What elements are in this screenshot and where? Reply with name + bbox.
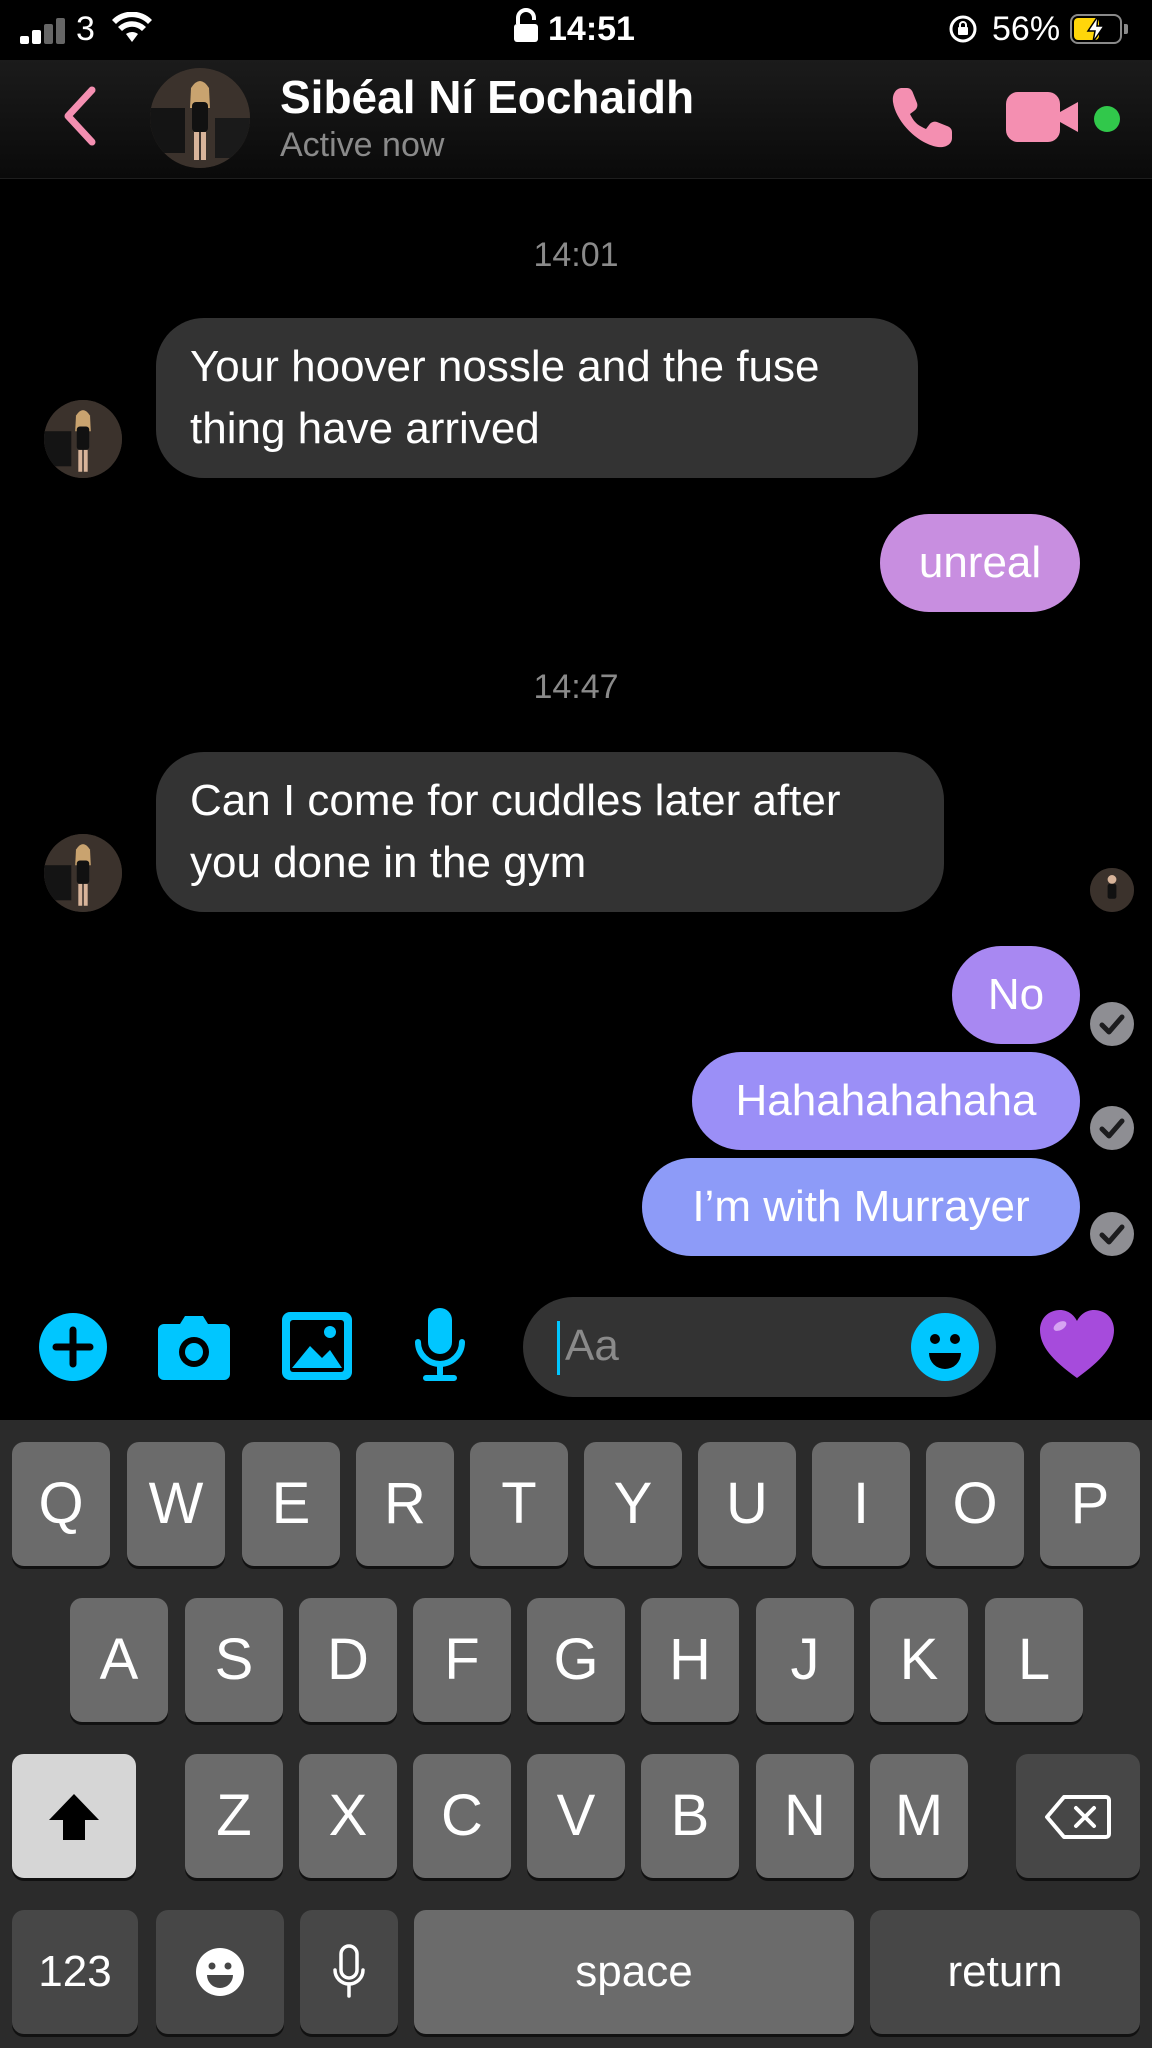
delivered-check-icon [1090,1212,1134,1256]
battery-icon [1070,14,1128,44]
key-h[interactable]: H [641,1598,739,1722]
key-w[interactable]: W [127,1442,225,1566]
signal-icon [20,16,68,44]
key-s[interactable]: S [185,1598,283,1722]
key-d[interactable]: D [299,1598,397,1722]
key-z[interactable]: Z [185,1754,283,1878]
outgoing-message[interactable]: unreal [880,514,1080,612]
emoji-key[interactable] [156,1910,284,2034]
outgoing-message[interactable]: I’m with Murrayer [642,1158,1080,1256]
video-call-icon[interactable] [1006,92,1086,142]
image-icon[interactable] [282,1312,352,1380]
presence-status: Active now [280,126,445,164]
timestamp: 14:01 [533,236,619,274]
sender-avatar[interactable] [44,834,122,912]
seen-avatar [1090,868,1134,912]
delivered-check-icon [1090,1002,1134,1046]
purple-heart-icon[interactable] [1040,1310,1114,1380]
clock: 14:51 [548,10,635,48]
text-cursor [557,1321,560,1375]
key-e[interactable]: E [242,1442,340,1566]
outgoing-message[interactable]: No [952,946,1080,1044]
key-t[interactable]: T [470,1442,568,1566]
key-y[interactable]: Y [584,1442,682,1566]
outgoing-message[interactable]: Hahahahahaha [692,1052,1080,1150]
key-a[interactable]: A [70,1598,168,1722]
space-key[interactable]: space [414,1910,854,2034]
key-c[interactable]: C [413,1754,511,1878]
dictation-key[interactable] [300,1910,398,2034]
key-i[interactable]: I [812,1442,910,1566]
wifi-icon [112,12,152,42]
key-f[interactable]: F [413,1598,511,1722]
key-r[interactable]: R [356,1442,454,1566]
timestamp: 14:47 [533,668,619,706]
key-b[interactable]: B [641,1754,739,1878]
online-indicator [1094,106,1120,132]
lock-icon [514,8,538,42]
key-k[interactable]: K [870,1598,968,1722]
key-q[interactable]: Q [12,1442,110,1566]
shift-arrow-icon [49,1794,99,1840]
contact-avatar[interactable] [150,68,250,168]
key-m[interactable]: M [870,1754,968,1878]
key-v[interactable]: V [527,1754,625,1878]
key-g[interactable]: G [527,1598,625,1722]
back-chevron-icon[interactable] [60,86,100,146]
return-key[interactable]: return [870,1910,1140,2034]
key-o[interactable]: O [926,1442,1024,1566]
contact-name[interactable]: Sibéal Ní Eochaidh [280,70,694,124]
carrier-label: 3 [76,10,95,48]
key-j[interactable]: J [756,1598,854,1722]
rotation-lock-icon [949,15,977,43]
message-input-placeholder: Aa [565,1321,619,1370]
key-l[interactable]: L [985,1598,1083,1722]
key-x[interactable]: X [299,1754,397,1878]
shift-key[interactable] [12,1754,136,1878]
backspace-key[interactable] [1016,1754,1140,1878]
plus-icon[interactable] [38,1312,108,1382]
key-p[interactable]: P [1040,1442,1140,1566]
key-n[interactable]: N [756,1754,854,1878]
camera-icon[interactable] [158,1314,230,1380]
sender-avatar[interactable] [44,400,122,478]
status-bar: 3 14:51 56% [0,0,1152,60]
keyboard: Q W E R T Y U I O P A S D F G H J K L Z … [0,1420,1152,2048]
chat-header: Sibéal Ní Eochaidh Active now [0,60,1152,179]
microphone-icon[interactable] [412,1308,468,1384]
battery-percent: 56% [992,10,1061,48]
incoming-message[interactable]: Your hoover nossle and the fuse thing ha… [156,318,918,478]
emoji-icon[interactable] [911,1313,979,1381]
emoji-keyboard-icon [196,1948,244,1996]
delivered-check-icon [1090,1106,1134,1150]
phone-call-icon[interactable] [888,84,956,152]
numbers-key[interactable]: 123 [12,1910,138,2034]
incoming-message[interactable]: Can I come for cuddles later after you d… [156,752,944,912]
key-u[interactable]: U [698,1442,796,1566]
dictation-microphone-icon [333,1944,365,1998]
message-input[interactable]: Aa [523,1297,996,1397]
backspace-icon [1045,1795,1111,1839]
